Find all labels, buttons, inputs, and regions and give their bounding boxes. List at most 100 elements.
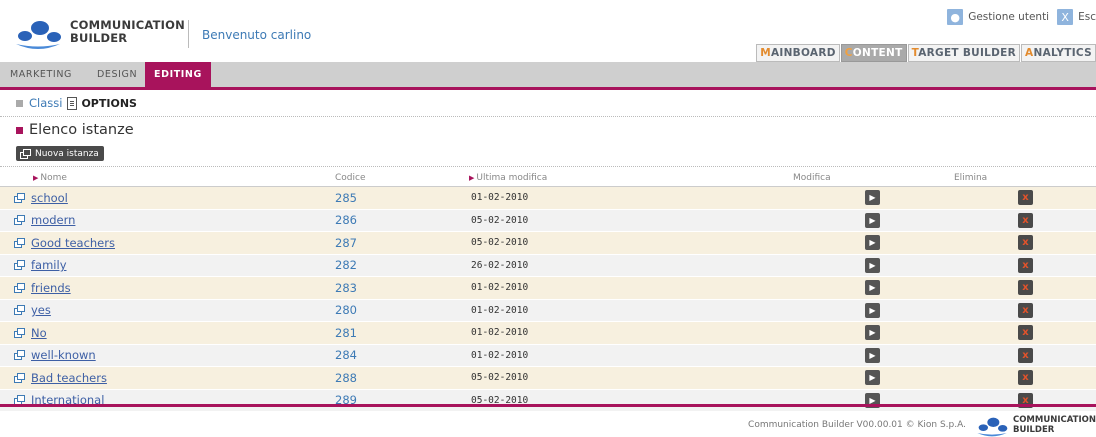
footer-copyright: Communication Builder V00.00.01 © Kion S… [748,420,966,430]
instance-name-link[interactable]: yes [31,303,51,317]
delete-button[interactable]: x [1018,190,1033,206]
header: COMMUNICATION BUILDER Benvenuto carlino … [0,0,1096,62]
exit-link[interactable]: X Esc [1057,9,1096,25]
tab-content-label: ONTENT [852,47,903,59]
code-cell: 280 [335,303,357,318]
user-links: ● Gestione utenti X Esc [947,9,1096,25]
date-cell: 01-02-2010 [471,192,529,204]
new-instance-button[interactable]: Nuova istanza [16,146,104,161]
open-window-icon [14,282,25,293]
edit-cell: ▶ [865,322,880,344]
edit-cell: ▶ [865,187,880,209]
sort-arrow-icon: ▶ [33,174,39,182]
date-cell: 01-02-2010 [471,304,529,316]
column-header-code: Codice [335,173,366,183]
subtab-marketing[interactable]: MARKETING [10,62,72,87]
open-window-icon [14,305,25,316]
delete-button[interactable]: x [1018,302,1033,318]
logo-icon [16,21,61,49]
tab-target-builder[interactable]: TARGET BUILDER [907,44,1021,62]
code-cell: 284 [335,348,357,363]
table-row: school 285 01-02-2010 ▶ x [0,187,1096,210]
table-row: Good teachers 287 05-02-2010 ▶ x [0,232,1096,255]
edit-cell: ▶ [865,255,880,277]
table-row: No 281 01-02-2010 ▶ x [0,322,1096,345]
code-cell: 283 [335,280,357,295]
delete-cell: x [1018,390,1033,412]
edit-button[interactable]: ▶ [865,325,880,341]
date-cell: 05-02-2010 [471,237,529,249]
delete-button[interactable]: x [1018,325,1033,341]
table-row: Bad teachers 288 05-02-2010 ▶ x [0,367,1096,390]
breadcrumb-classes-link[interactable]: Classi [29,96,62,110]
instance-name-link[interactable]: well-known [31,348,96,362]
instance-name-link[interactable]: Bad teachers [31,371,107,385]
column-header-last-modified-label: Ultima modifica [476,173,548,183]
name-cell: yes [14,300,51,322]
date-cell: 05-02-2010 [471,372,529,384]
sort-arrow-icon: ▶ [469,174,475,182]
table-row: modern 286 05-02-2010 ▶ x [0,209,1096,232]
instance-name-link[interactable]: friends [31,281,71,295]
name-cell: family [14,255,67,277]
footer-divider [0,404,1096,407]
instance-name-link[interactable]: Good teachers [31,236,115,250]
table-header: ▶ Nome Codice ▶ Ultima modifica Modifica E… [0,170,1096,187]
edit-button[interactable]: ▶ [865,257,880,273]
edit-cell: ▶ [865,367,880,389]
users-icon: ● [947,9,964,25]
sub-nav: MARKETING DESIGN EDITING [0,62,1096,90]
delete-cell: x [1018,187,1033,209]
open-window-icon [14,215,25,226]
code-cell: 289 [335,393,357,408]
subtab-editing[interactable]: EDITING [145,62,211,87]
brand-name: COMMUNICATION BUILDER [70,19,185,45]
tab-mainboard[interactable]: MAINBOARD [756,44,840,62]
column-header-last-modified[interactable]: ▶ Ultima modifica [469,173,547,183]
name-cell: modern [14,210,75,232]
instance-name-link[interactable]: family [31,258,67,272]
column-header-name[interactable]: ▶ Nome [33,173,67,183]
delete-button[interactable]: x [1018,280,1033,296]
exit-label: Esc [1078,11,1096,23]
instance-name-link[interactable]: modern [31,213,75,227]
instance-name-link[interactable]: school [31,191,68,205]
footer-brand-name: COMMUNICATION BUILDER [1013,415,1096,435]
delete-button[interactable]: x [1018,212,1033,228]
delete-button[interactable]: x [1018,347,1033,363]
open-window-icon [14,260,25,271]
delete-cell: x [1018,232,1033,254]
subtab-design[interactable]: DESIGN [97,62,137,87]
edit-button[interactable]: ▶ [865,212,880,228]
exit-icon: X [1057,9,1074,25]
document-icon [67,96,78,110]
tab-content[interactable]: CONTENT [840,44,907,62]
open-window-icon [14,192,25,203]
logo-icon [977,417,1008,437]
code-cell: 287 [335,235,357,250]
edit-cell: ▶ [865,277,880,299]
delete-cell: x [1018,322,1033,344]
delete-button[interactable]: x [1018,257,1033,273]
edit-button[interactable]: ▶ [865,302,880,318]
edit-cell: ▶ [865,210,880,232]
tab-analytics[interactable]: ANALYTICS [1021,44,1096,62]
date-cell: 26-02-2010 [471,259,529,271]
tab-mainboard-initial: M [760,47,771,59]
edit-button[interactable]: ▶ [865,347,880,363]
delete-cell: x [1018,345,1033,367]
edit-button[interactable]: ▶ [865,370,880,386]
edit-button[interactable]: ▶ [865,190,880,206]
delete-button[interactable]: x [1018,235,1033,251]
instance-name-link[interactable]: No [31,326,47,340]
manage-users-link[interactable]: ● Gestione utenti [947,9,1049,25]
column-header-edit: Modifica [793,173,831,183]
tab-content-initial: C [844,47,853,59]
delete-cell: x [1018,300,1033,322]
table-body: school 285 01-02-2010 ▶ x modern 286 05-… [0,187,1096,412]
edit-button[interactable]: ▶ [865,235,880,251]
brand-logo[interactable]: COMMUNICATION BUILDER [12,14,185,50]
breadcrumb-current: OPTIONS [81,96,137,110]
delete-button[interactable]: x [1018,370,1033,386]
edit-button[interactable]: ▶ [865,280,880,296]
